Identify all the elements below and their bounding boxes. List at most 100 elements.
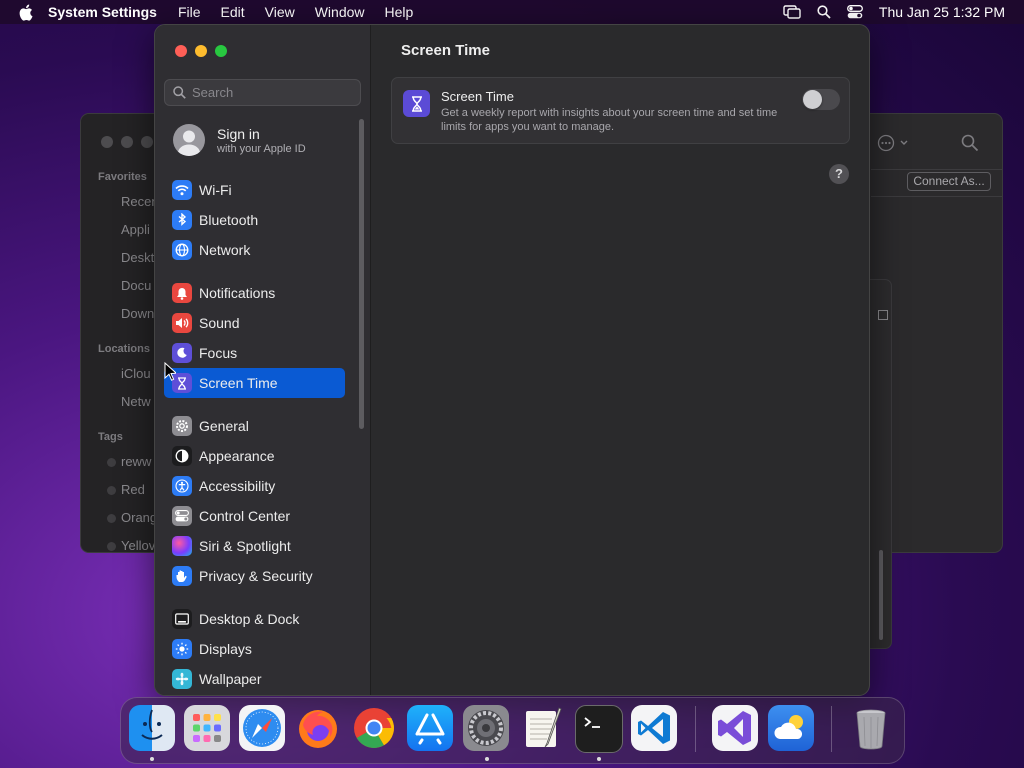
app-store-icon[interactable] [407,705,453,751]
minimize-window-button[interactable] [195,45,207,57]
window-traffic-lights [175,45,227,57]
connect-as-button[interactable]: Connect As... [907,172,991,191]
sidebar-item-appearance[interactable]: Appearance [164,441,345,471]
menu-window[interactable]: Window [315,4,365,20]
sidebar-scrollbar[interactable] [359,119,364,429]
firefox-icon[interactable] [295,705,341,751]
sign-in-subtitle: with your Apple ID [217,142,306,155]
close-window-button[interactable] [175,45,187,57]
settings-content-pane: Screen Time Screen Time Get a weekly rep… [371,25,869,695]
control-center-icon[interactable] [846,5,863,19]
sidebar-item-label: Wallpaper [199,671,262,687]
menu-file[interactable]: File [178,4,201,20]
control-center-icon [172,506,192,526]
sidebar-item-accessibility[interactable]: Accessibility [164,471,345,501]
app-menu-name[interactable]: System Settings [48,4,157,20]
sidebar-item-label: Sound [199,315,240,331]
finder-search-icon[interactable] [961,134,979,157]
screen-mirroring-icon[interactable] [783,5,801,19]
apple-menu-icon[interactable] [18,4,34,21]
sidebar-item-screen-time[interactable]: Screen Time [164,368,345,398]
system-settings-icon[interactable] [463,705,509,751]
finder-traffic-lights [101,136,153,148]
running-indicator [485,757,489,761]
vscode-icon[interactable] [631,705,677,751]
weather-icon[interactable] [768,705,814,751]
finder-tag[interactable]: reww [121,454,151,469]
sign-in-title: Sign in [217,125,260,142]
visual-studio-icon[interactable] [712,705,758,751]
trash-icon[interactable] [848,705,894,751]
wifi-icon [172,180,192,200]
toggle-knob [803,90,822,109]
apple-id-sign-in[interactable]: Sign in with your Apple ID [173,124,306,156]
sidebar-item-label: Screen Time [199,375,278,391]
siri-icon [172,536,192,556]
sidebar-item-label: Wi-Fi [199,182,232,198]
sidebar-item-focus[interactable]: Focus [164,338,345,368]
spotlight-search-icon[interactable] [817,5,831,19]
sidebar-item-control-center[interactable]: Control Center [164,501,345,531]
sidebar-item-sound[interactable]: Sound [164,308,345,338]
notifications-bell-icon [172,283,192,303]
sidebar-item-siri-spotlight[interactable]: Siri & Spotlight [164,531,345,561]
finder-tag[interactable]: Red [121,482,145,497]
finder-item[interactable]: Recen [121,194,159,209]
mouse-pointer-icon [164,361,178,387]
finder-tag[interactable]: Yellov [121,538,155,552]
sidebar-item-bluetooth[interactable]: Bluetooth [164,205,345,235]
running-indicator [150,757,154,761]
finder-tag[interactable]: Orang [121,510,157,525]
sidebar-item-wallpaper[interactable]: Wallpaper [164,664,345,694]
sidebar-item-desktop-dock[interactable]: Desktop & Dock [164,604,345,634]
help-button[interactable]: ? [829,164,849,184]
finder-section-favorites: Favorites [98,171,147,183]
search-input[interactable] [192,85,342,100]
window-control-icon [878,310,888,320]
finder-item[interactable]: Netw [121,394,151,409]
chrome-icon[interactable] [351,705,397,751]
terminal-icon[interactable] [575,705,623,753]
sidebar-item-label: Accessibility [199,478,276,494]
search-icon [173,86,186,99]
system-settings-window: Sign in with your Apple ID Wi-Fi Bluetoo… [154,24,870,696]
safari-icon[interactable] [239,705,285,751]
finder-icon[interactable] [129,705,175,751]
finder-section-tags: Tags [98,431,123,443]
gear-icon [172,416,192,436]
screen-time-toggle[interactable] [802,89,840,110]
sidebar-item-notifications[interactable]: Notifications [164,278,345,308]
sidebar-item-privacy-security[interactable]: Privacy & Security [164,561,345,591]
menu-help[interactable]: Help [385,4,414,20]
sidebar-item-network[interactable]: Network [164,235,345,265]
privacy-hand-icon [172,566,192,586]
finder-item[interactable]: Deskt [121,250,154,265]
sidebar-item-wifi[interactable]: Wi-Fi [164,175,345,205]
wallpaper-icon [172,669,192,689]
finder-item[interactable]: Appli [121,222,150,237]
finder-item[interactable]: Down [121,306,154,321]
hourglass-icon [403,90,430,117]
menu-edit[interactable]: Edit [221,4,245,20]
sidebar-item-general[interactable]: General [164,411,345,441]
sidebar-item-label: Focus [199,345,238,361]
dock-separator [831,706,832,752]
menu-view[interactable]: View [265,4,295,20]
bluetooth-icon [172,210,192,230]
sidebar-item-label: Appearance [199,448,275,464]
sidebar-item-label: Network [199,242,251,258]
zoom-window-button[interactable] [215,45,227,57]
sidebar-item-label: Bluetooth [199,212,259,228]
dock [120,697,905,764]
finder-item[interactable]: Docu [121,278,151,293]
finder-item[interactable]: iClou [121,366,151,381]
scroll-thumb[interactable] [879,550,883,640]
launchpad-icon[interactable] [184,705,230,751]
screen-time-card-description: Get a weekly report with insights about … [441,107,778,133]
textedit-icon[interactable] [519,705,565,751]
screen-time-card: Screen Time Get a weekly report with ins… [391,77,850,144]
sidebar-item-displays[interactable]: Displays [164,634,345,664]
settings-search-field[interactable] [164,79,361,106]
menubar-clock[interactable]: Thu Jan 25 1:32 PM [879,4,1005,20]
more-options-icon[interactable] [877,134,911,157]
